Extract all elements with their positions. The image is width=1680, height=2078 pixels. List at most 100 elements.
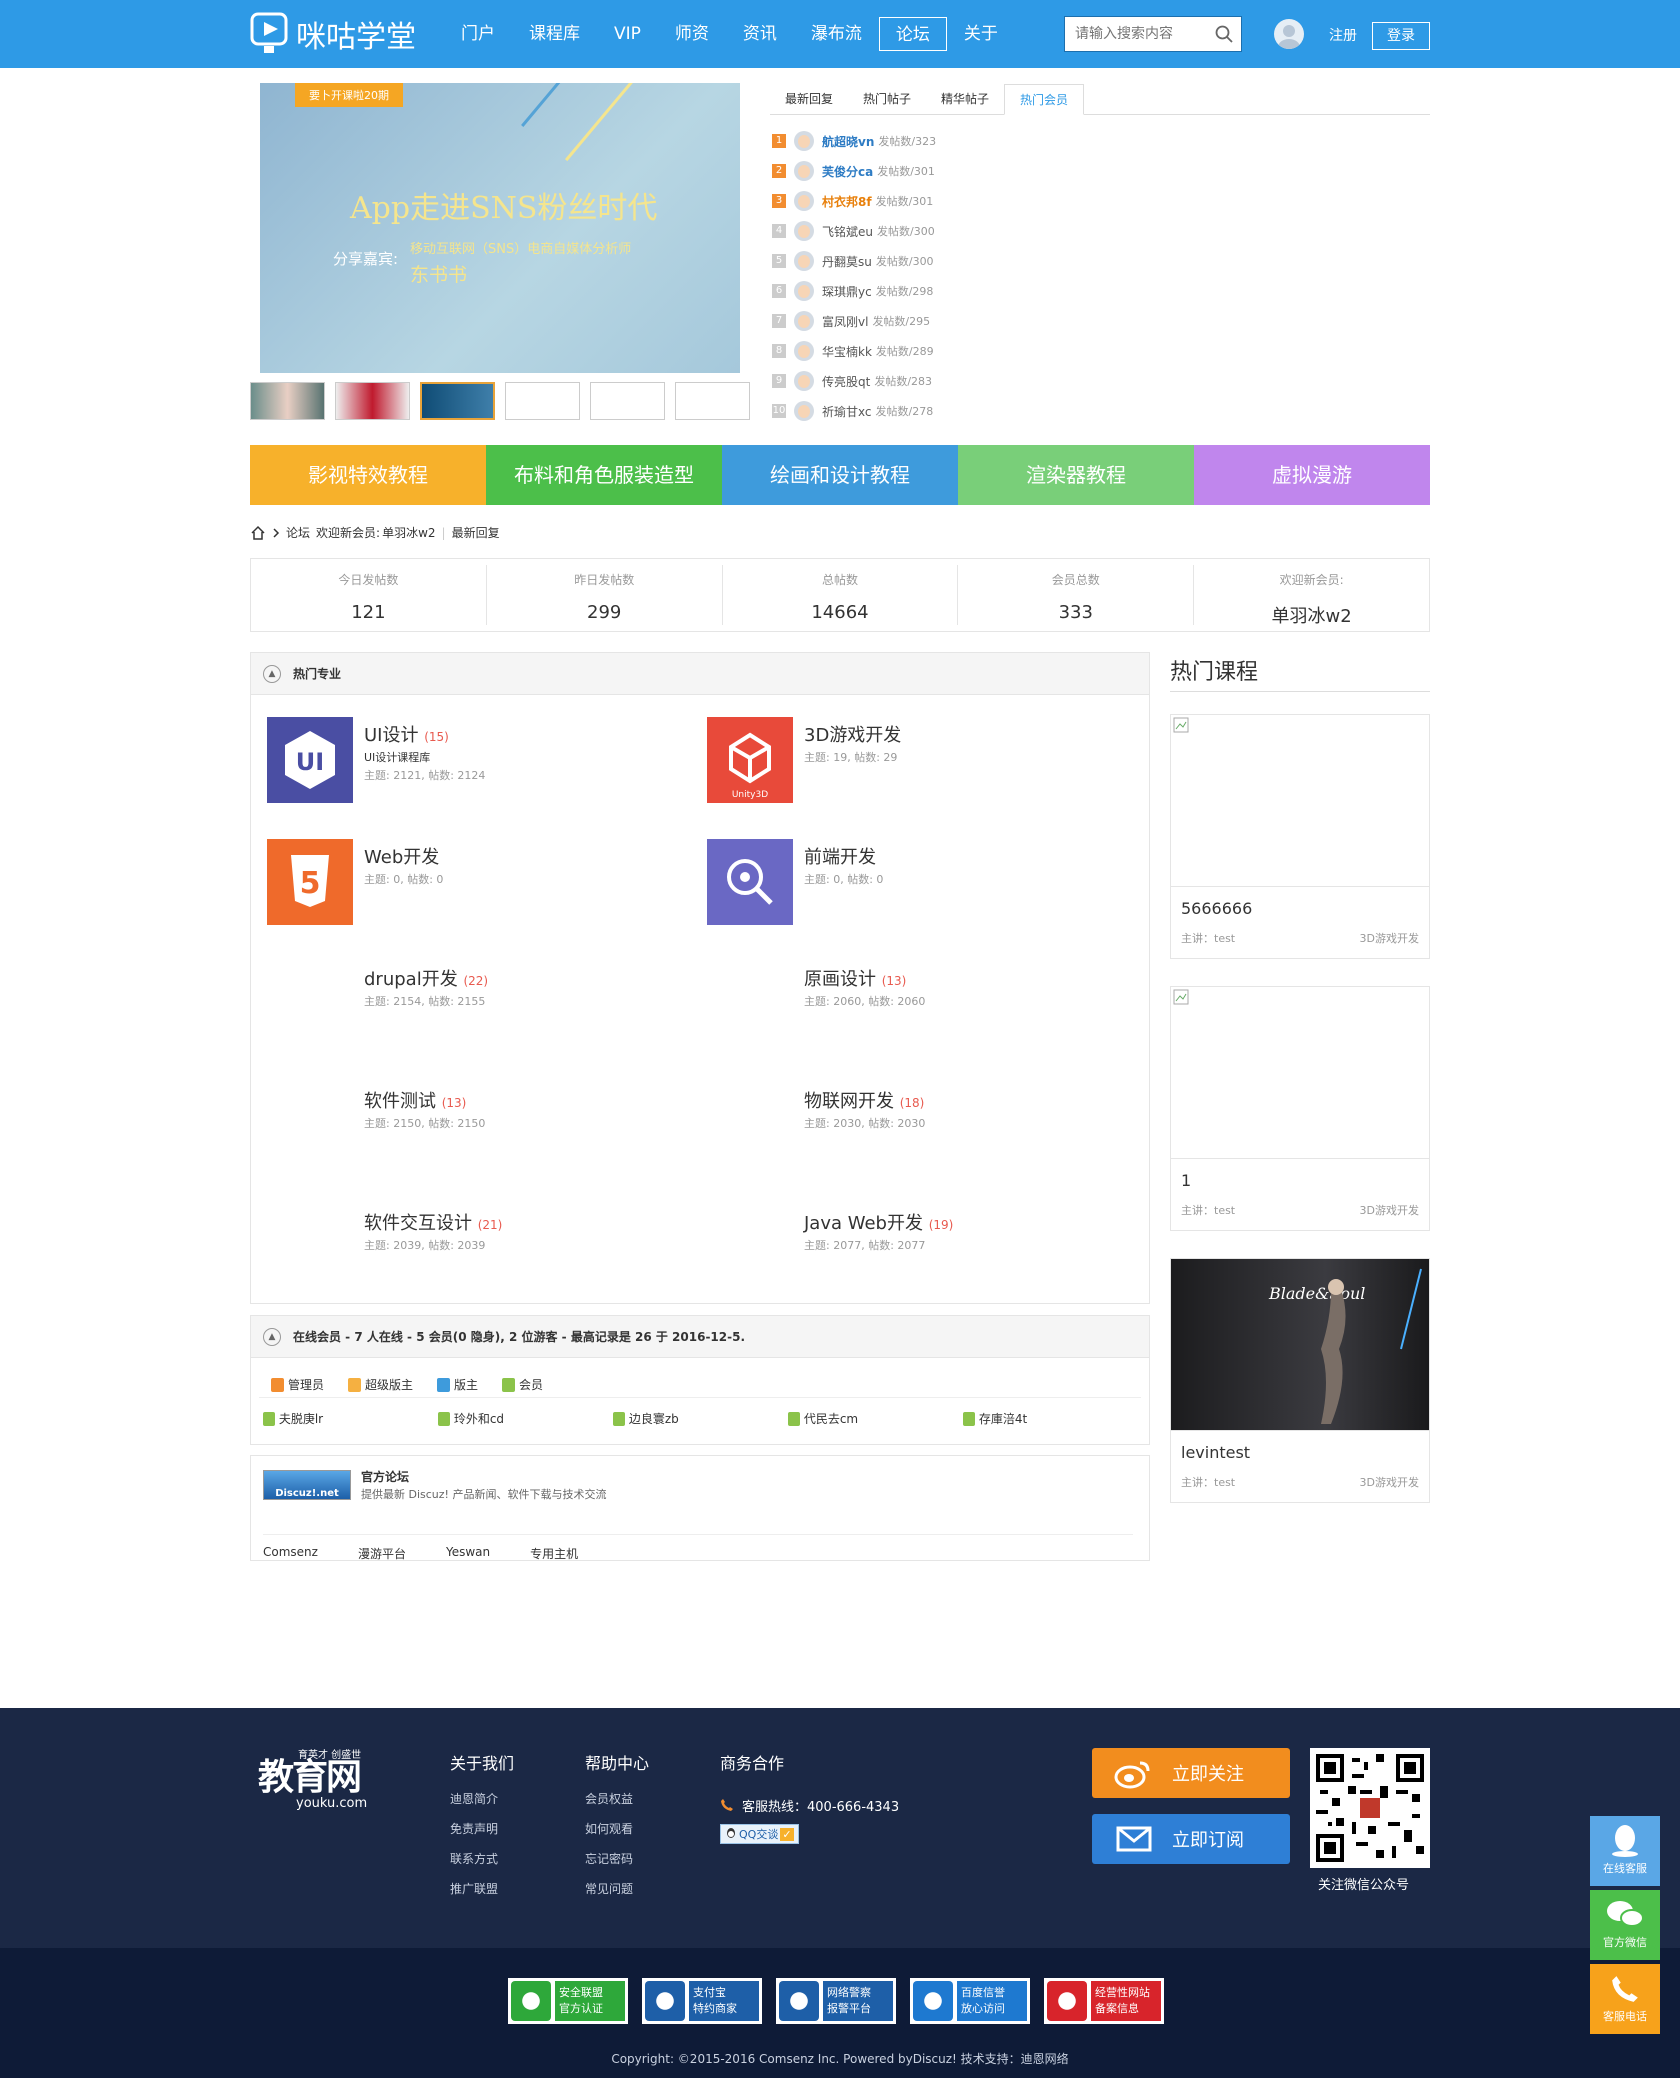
- online-user-name[interactable]: 边良寰zb: [629, 1410, 788, 1427]
- subject-title[interactable]: UI设计 (15): [364, 721, 449, 747]
- search-input[interactable]: [1065, 17, 1205, 51]
- tab-hot-posts[interactable]: 热门帖子: [848, 84, 926, 114]
- footer-link[interactable]: 免责声明: [450, 1820, 514, 1850]
- subject-name[interactable]: drupal开发: [364, 969, 458, 990]
- online-user[interactable]: 边良寰zb: [613, 1410, 788, 1427]
- site-logo[interactable]: 咪咕学堂: [250, 12, 416, 56]
- online-user[interactable]: 夫脱庚lr: [263, 1410, 438, 1427]
- subject-name[interactable]: Java Web开发: [804, 1213, 923, 1234]
- home-icon[interactable]: [250, 525, 266, 541]
- subject-name[interactable]: 软件交互设计: [364, 1213, 472, 1234]
- member-avatar-icon[interactable]: [794, 191, 814, 211]
- friend-link[interactable]: Comsenz: [263, 1545, 318, 1562]
- thumbnail[interactable]: [335, 382, 410, 420]
- trust-badge[interactable]: 网络警察 报警平台: [776, 1978, 896, 2024]
- subject-item[interactable]: 软件交互设计 (21) 主题: 2039, 帖数: 2039: [267, 1205, 667, 1295]
- subject-item[interactable]: UI UI设计 (15) UI设计课程库 主题: 2121, 帖数: 2124: [267, 717, 667, 807]
- member-name[interactable]: 飞铭斌eu: [822, 223, 873, 240]
- search-icon[interactable]: [1215, 25, 1233, 43]
- course-category[interactable]: 3D游戏开发: [1360, 1474, 1419, 1490]
- member-avatar-icon[interactable]: [794, 281, 814, 301]
- collapse-toggle-icon[interactable]: ▲: [263, 664, 281, 683]
- thumbnail[interactable]: [675, 382, 750, 420]
- member-name[interactable]: 村衣邦8f: [822, 193, 872, 210]
- nav-vip[interactable]: VIP: [597, 17, 658, 51]
- category-tile[interactable]: 绘画和设计教程: [722, 445, 958, 505]
- subject-item[interactable]: Java Web开发 (19) 主题: 2077, 帖数: 2077: [707, 1205, 1107, 1295]
- subject-item[interactable]: 软件测试 (13) 主题: 2150, 帖数: 2150: [267, 1083, 667, 1173]
- online-user-name[interactable]: 存庫涪4t: [979, 1410, 1138, 1427]
- subject-item[interactable]: 物联网开发 (18) 主题: 2030, 帖数: 2030: [707, 1083, 1107, 1173]
- breadcrumb-new-member[interactable]: 单羽冰w2: [382, 524, 435, 541]
- member-rank-row[interactable]: 3 村衣邦8f 发帖数/301: [772, 186, 1172, 216]
- footer-link[interactable]: 迪恩简介: [450, 1790, 514, 1820]
- footer-logo[interactable]: 教育网 育英才 创盛世 youku.com: [258, 1748, 367, 1811]
- trust-badge[interactable]: 百度信誉 放心访问: [910, 1978, 1030, 2024]
- footer-link[interactable]: 联系方式: [450, 1850, 514, 1880]
- member-avatar-icon[interactable]: [794, 371, 814, 391]
- member-rank-row[interactable]: 6 琛琪鼎yc 发帖数/298: [772, 276, 1172, 306]
- unity-icon[interactable]: Unity3D: [707, 717, 793, 803]
- category-tile[interactable]: 布料和角色服装造型: [486, 445, 722, 505]
- nav-courses[interactable]: 课程库: [512, 17, 597, 51]
- category-tile[interactable]: 渲染器教程: [958, 445, 1194, 505]
- course-card[interactable]: Blade&Soul levintest 主讲：test 3D游戏开发: [1170, 1258, 1430, 1503]
- subject-name[interactable]: 3D游戏开发: [804, 725, 901, 746]
- member-rank-row[interactable]: 7 富凤刚vl 发帖数/295: [772, 306, 1172, 336]
- footer-link[interactable]: 如何观看: [585, 1820, 649, 1850]
- nav-forum[interactable]: 论坛: [878, 17, 947, 51]
- nav-home[interactable]: 门户: [444, 17, 512, 51]
- tab-latest-reply[interactable]: 最新回复: [770, 84, 848, 114]
- trust-badge[interactable]: 安全联盟 官方认证: [508, 1978, 628, 2024]
- member-avatar-icon[interactable]: [794, 221, 814, 241]
- register-link[interactable]: 注册: [1329, 25, 1357, 45]
- member-rank-row[interactable]: 8 华宝楠kk 发帖数/289: [772, 336, 1172, 366]
- subject-title[interactable]: 软件交互设计 (21): [364, 1209, 502, 1235]
- collapse-toggle-icon[interactable]: ▲: [263, 1327, 281, 1346]
- subject-item[interactable]: Unity3D 3D游戏开发 主题: 19, 帖数: 29: [707, 717, 1107, 807]
- stat-value[interactable]: 单羽冰w2: [1194, 602, 1429, 628]
- official-forum-name[interactable]: 官方论坛: [361, 1468, 409, 1485]
- thumbnail[interactable]: [505, 382, 580, 420]
- online-user[interactable]: 玲外和cd: [438, 1410, 613, 1427]
- subject-title[interactable]: 物联网开发 (18): [804, 1087, 924, 1113]
- trust-badge[interactable]: 支付宝 特约商家: [642, 1978, 762, 2024]
- online-user[interactable]: 代民去cm: [788, 1410, 963, 1427]
- thumbnail[interactable]: [590, 382, 665, 420]
- member-rank-row[interactable]: 9 传亮股qt 发帖数/283: [772, 366, 1172, 396]
- course-image-placeholder[interactable]: [1171, 987, 1429, 1159]
- member-rank-row[interactable]: 1 航超晓vn 发帖数/323: [772, 126, 1172, 156]
- subject-name[interactable]: 原画设计: [804, 969, 876, 990]
- member-name[interactable]: 丹翻莫su: [822, 253, 872, 270]
- follow-weibo-button[interactable]: 立即关注: [1092, 1748, 1290, 1798]
- subject-title[interactable]: Java Web开发 (19): [804, 1209, 953, 1235]
- course-category[interactable]: 3D游戏开发: [1360, 1202, 1419, 1218]
- member-rank-row[interactable]: 4 飞铭斌eu 发帖数/300: [772, 216, 1172, 246]
- footer-link[interactable]: 会员权益: [585, 1790, 649, 1820]
- nav-news[interactable]: 资讯: [726, 17, 794, 51]
- subject-title[interactable]: 软件测试 (13): [364, 1087, 466, 1113]
- online-user-name[interactable]: 玲外和cd: [454, 1410, 613, 1427]
- banner-slide[interactable]: 要卜开课啦20期 App走进SNS粉丝时代 分享嘉宾: 移动互联网（SNS）电商…: [260, 83, 740, 373]
- subject-name[interactable]: 物联网开发: [804, 1091, 894, 1112]
- html5-icon[interactable]: 5: [267, 839, 353, 925]
- footer-link[interactable]: 常见问题: [585, 1880, 649, 1910]
- course-name[interactable]: 5666666: [1181, 899, 1419, 918]
- member-name[interactable]: 祈瑜甘xc: [822, 403, 872, 420]
- friend-link[interactable]: 专用主机: [530, 1545, 578, 1562]
- user-avatar-icon[interactable]: [1274, 19, 1304, 49]
- member-rank-row[interactable]: 5 丹翻莫su 发帖数/300: [772, 246, 1172, 276]
- course-card[interactable]: 1 主讲：test 3D游戏开发: [1170, 986, 1430, 1231]
- footer-link[interactable]: 忘记密码: [585, 1850, 649, 1880]
- friend-link[interactable]: 漫游平台: [358, 1545, 406, 1562]
- trust-badge[interactable]: 经营性网站 备案信息: [1044, 1978, 1164, 2024]
- nav-teachers[interactable]: 师资: [658, 17, 726, 51]
- course-name[interactable]: levintest: [1181, 1443, 1419, 1462]
- friend-link[interactable]: Yeswan: [446, 1545, 490, 1562]
- subject-title[interactable]: 3D游戏开发: [804, 721, 901, 747]
- member-name[interactable]: 富凤刚vl: [822, 313, 868, 330]
- ui-icon[interactable]: UI: [267, 717, 353, 803]
- member-avatar-icon[interactable]: [794, 341, 814, 361]
- nav-waterfall[interactable]: 瀑布流: [794, 17, 879, 51]
- subject-name[interactable]: Web开发: [364, 847, 439, 868]
